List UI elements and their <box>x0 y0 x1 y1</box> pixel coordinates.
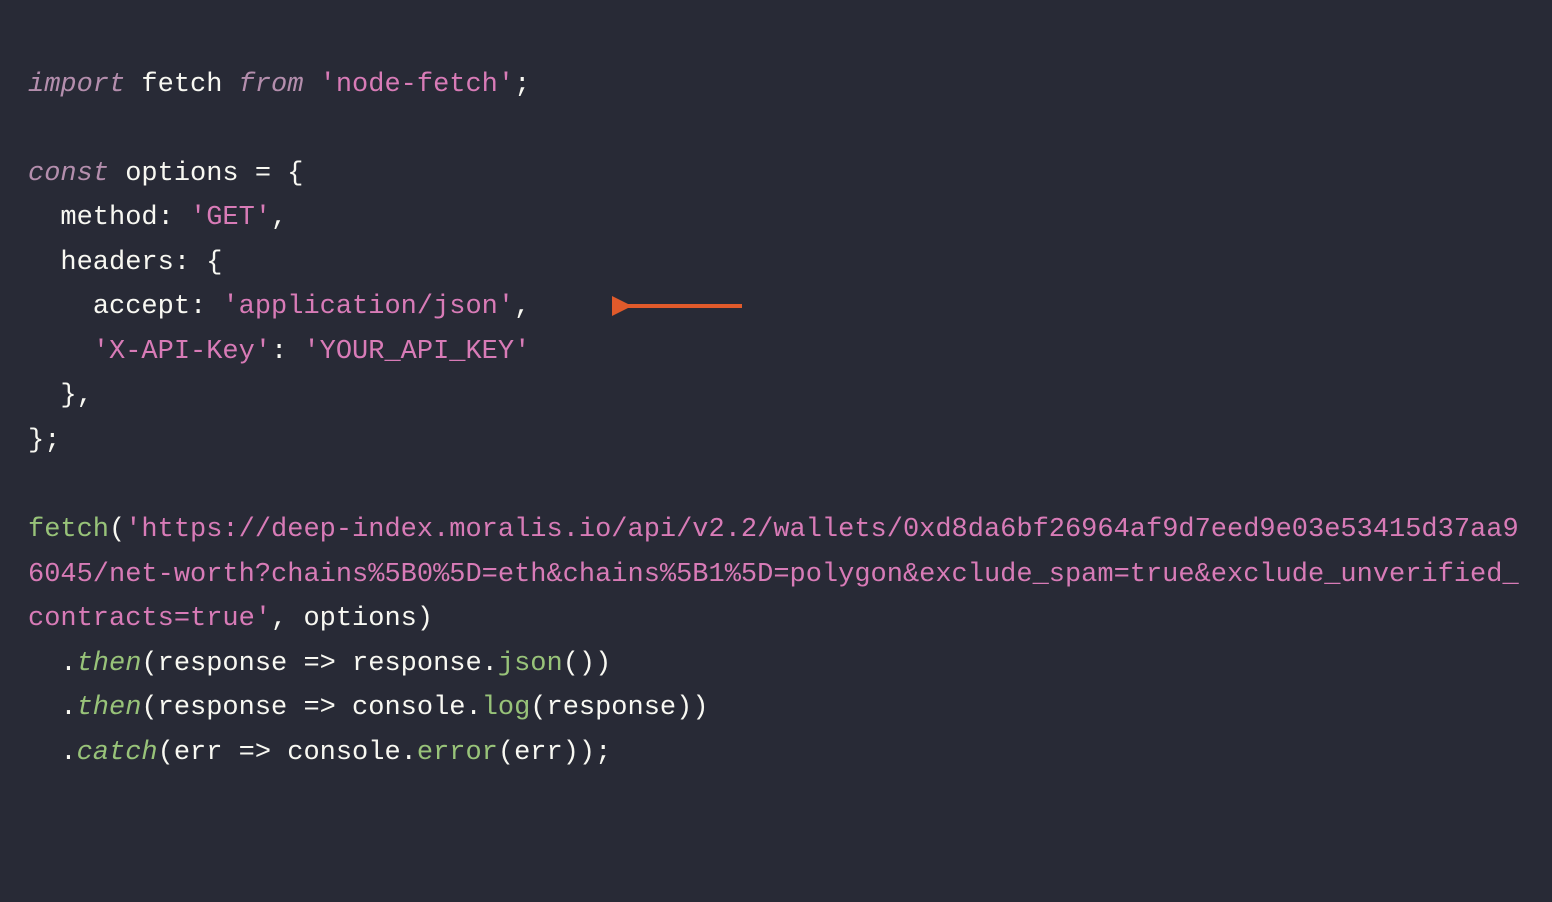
brace-close: }, <box>60 381 92 411</box>
ident-options: options <box>109 159 255 189</box>
indent <box>28 203 60 233</box>
colon: : <box>158 203 190 233</box>
method-then: then <box>77 649 142 679</box>
dot: . <box>60 738 76 768</box>
body: response. <box>336 649 498 679</box>
brace-open: { <box>271 159 303 189</box>
string-accept: 'application/json' <box>222 292 514 322</box>
semicolon: ; <box>514 70 530 100</box>
method-catch: catch <box>77 738 158 768</box>
equals: = <box>255 159 271 189</box>
indent <box>28 649 60 679</box>
arrow: => <box>303 693 335 723</box>
colon: : <box>190 292 222 322</box>
dot: . <box>60 649 76 679</box>
func-fetch: fetch <box>28 515 109 545</box>
keyword-const: const <box>28 159 109 189</box>
arg: (err <box>158 738 239 768</box>
method-log: log <box>482 693 531 723</box>
comma: , <box>271 203 287 233</box>
keyword-import: import <box>28 70 125 100</box>
prop-accept: accept <box>93 292 190 322</box>
arrow: => <box>303 649 335 679</box>
tail: (err)); <box>498 738 611 768</box>
brace-semicolon: }; <box>28 426 60 456</box>
string-get: 'GET' <box>190 203 271 233</box>
method-then: then <box>77 693 142 723</box>
prop-method: method <box>60 203 157 233</box>
keyword-from: from <box>239 70 304 100</box>
code-block: import fetch from 'node-fetch'; const op… <box>0 0 1552 793</box>
indent <box>28 248 60 278</box>
arrow: => <box>239 738 271 768</box>
options-arg: , options) <box>271 604 433 634</box>
prop-headers: headers <box>60 248 173 278</box>
indent <box>28 337 93 367</box>
indent <box>28 738 60 768</box>
indent <box>28 381 60 411</box>
tail: (response)) <box>530 693 708 723</box>
paren-open: ( <box>109 515 125 545</box>
string-url: 'https://deep-index.moralis.io/api/v2.2/… <box>28 515 1519 634</box>
dot: . <box>60 693 76 723</box>
string-module: 'node-fetch' <box>303 70 514 100</box>
method-json: json <box>498 649 563 679</box>
colon: : <box>271 337 303 367</box>
body: console. <box>336 693 482 723</box>
method-error: error <box>417 738 498 768</box>
prop-xapikey: 'X-API-Key' <box>93 337 271 367</box>
arg: (response <box>141 649 303 679</box>
tail: ()) <box>563 649 612 679</box>
indent <box>28 693 60 723</box>
arg: (response <box>141 693 303 723</box>
indent <box>28 292 93 322</box>
colon-brace: : { <box>174 248 223 278</box>
body: console. <box>271 738 417 768</box>
comma: , <box>514 292 530 322</box>
string-apikey: 'YOUR_API_KEY' <box>303 337 530 367</box>
ident-fetch: fetch <box>125 70 238 100</box>
